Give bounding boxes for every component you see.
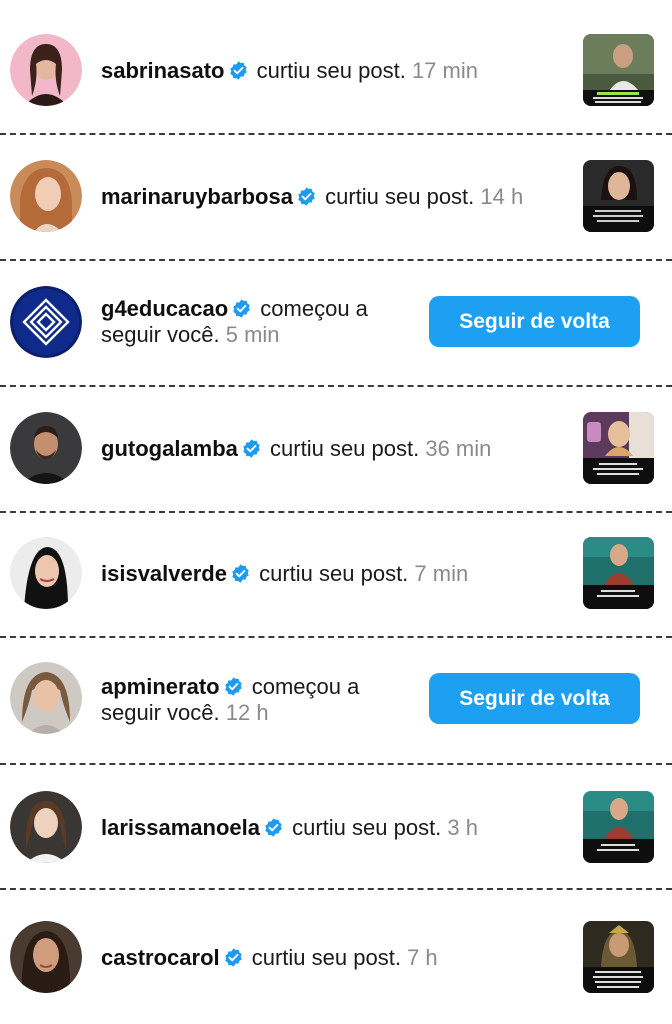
post-thumbnail[interactable] [583, 791, 654, 863]
username[interactable]: castrocarol [101, 945, 220, 970]
action-text: curtiu seu post. [259, 561, 409, 586]
username[interactable]: gutogalamba [101, 436, 238, 461]
follow-back-button[interactable]: Seguir de volta [429, 673, 640, 724]
verified-badge-icon [263, 817, 284, 838]
action-text: começou a [260, 296, 368, 321]
follow-back-button[interactable]: Seguir de volta [429, 296, 640, 347]
post-thumbnail[interactable] [583, 537, 654, 609]
notification-text: g4educacao começou a seguir você. 5 min [101, 296, 401, 348]
action-text: começou a [251, 674, 360, 699]
username[interactable]: marinaruybarbosa [101, 184, 293, 209]
verified-badge-icon [230, 563, 251, 584]
verified-badge-icon [231, 298, 252, 319]
verified-badge-icon [223, 676, 244, 697]
username[interactable]: apminerato [101, 674, 220, 699]
notification-text: larissamanoela curtiu seu post. 3 h [101, 815, 478, 841]
username[interactable]: isisvalverde [101, 561, 227, 586]
post-thumbnail[interactable] [583, 412, 654, 484]
notification-text: marinaruybarbosa curtiu seu post. 14 h [101, 184, 523, 210]
timestamp: 3 h [447, 815, 479, 840]
timestamp: 14 h [480, 184, 524, 209]
action-text: curtiu seu post. [270, 436, 420, 461]
verified-badge-icon [228, 60, 249, 81]
avatar[interactable] [10, 412, 82, 484]
notification-text: apminerato começou a seguir você. 12 h [101, 674, 401, 726]
username[interactable]: g4educacao [101, 296, 228, 321]
divider [0, 259, 672, 261]
username[interactable]: sabrinasato [101, 58, 225, 83]
notification-text: sabrinasato curtiu seu post. 17 min [101, 58, 478, 84]
avatar[interactable] [10, 160, 82, 232]
action-text: curtiu seu post. [251, 945, 401, 970]
avatar[interactable] [10, 537, 82, 609]
notification-text: isisvalverde curtiu seu post. 7 min [101, 561, 468, 587]
verified-badge-icon [223, 947, 244, 968]
post-thumbnail[interactable] [583, 160, 654, 232]
notification-text: gutogalamba curtiu seu post. 36 min [101, 436, 491, 462]
post-thumbnail[interactable] [583, 34, 654, 106]
action-text: curtiu seu post. [256, 58, 406, 83]
timestamp: 5 min [225, 322, 280, 347]
divider [0, 763, 672, 765]
timestamp: 17 min [411, 58, 478, 83]
activity-feed: sabrinasato curtiu seu post. 17 min mari… [0, 0, 672, 1024]
verified-badge-icon [296, 186, 317, 207]
divider [0, 133, 672, 135]
avatar[interactable] [10, 286, 82, 358]
divider [0, 511, 672, 513]
action-text: seguir você. [101, 700, 220, 725]
notification-text: castrocarol curtiu seu post. 7 h [101, 945, 438, 971]
timestamp: 7 h [407, 945, 438, 970]
divider [0, 385, 672, 387]
avatar[interactable] [10, 662, 82, 734]
avatar[interactable] [10, 791, 82, 863]
verified-badge-icon [241, 438, 262, 459]
avatar[interactable] [10, 921, 82, 993]
username[interactable]: larissamanoela [101, 815, 260, 840]
action-text: curtiu seu post. [292, 815, 442, 840]
action-text: seguir você. [101, 322, 220, 347]
avatar[interactable] [10, 34, 82, 106]
timestamp: 7 min [414, 561, 469, 586]
divider [0, 636, 672, 638]
timestamp: 36 min [425, 436, 492, 461]
timestamp: 12 h [225, 700, 269, 725]
divider [0, 888, 672, 890]
action-text: curtiu seu post. [325, 184, 475, 209]
post-thumbnail[interactable] [583, 921, 654, 993]
